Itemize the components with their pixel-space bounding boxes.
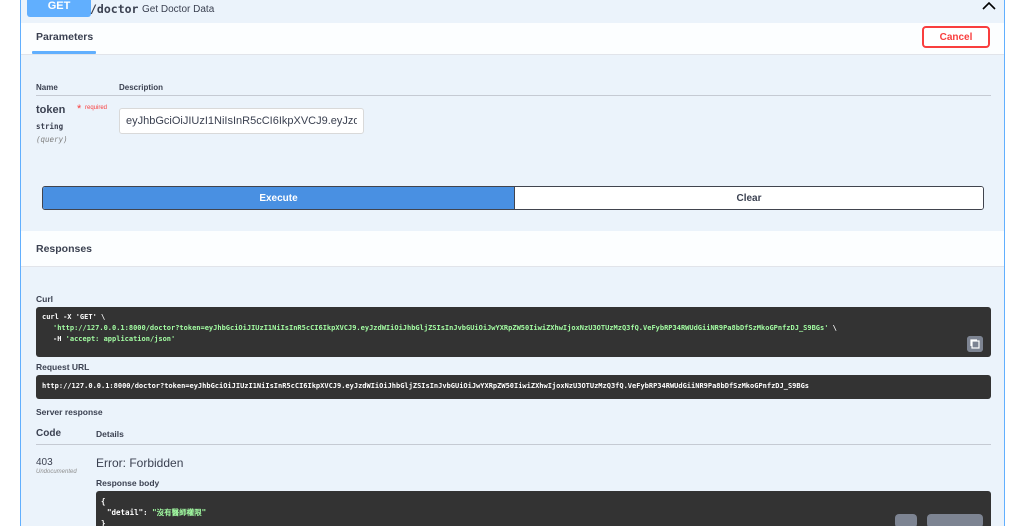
response-status-code: 403 xyxy=(36,457,53,468)
parameters-tab[interactable]: Parameters xyxy=(36,31,93,43)
required-label: required xyxy=(85,105,108,111)
request-url-label: Request URL xyxy=(36,362,90,372)
divider xyxy=(36,95,991,96)
parameter-location: (query) xyxy=(36,135,68,144)
body-colon: : xyxy=(143,508,153,517)
operation-description: Get Doctor Data xyxy=(142,4,215,15)
request-url-block[interactable]: http://127.0.0.1:8000/doctor?token=eyJhb… xyxy=(36,375,991,399)
parameter-name: token xyxy=(36,104,66,116)
parameters-header: Parameters Cancel xyxy=(21,23,1004,55)
clear-button[interactable]: Clear xyxy=(514,187,983,209)
body-open-brace: { xyxy=(101,497,106,506)
response-undocumented-note: Undocumented xyxy=(36,469,77,475)
response-download-button[interactable] xyxy=(927,514,983,526)
execute-button[interactable]: Execute xyxy=(43,187,514,209)
cancel-button[interactable]: Cancel xyxy=(922,26,990,48)
response-body-block[interactable]: { "detail": "沒有醫師權限" } xyxy=(96,491,991,526)
curl-command: curl -X 'GET' \ xyxy=(42,313,106,321)
column-header-description: Description xyxy=(119,83,164,92)
column-header-name: Name xyxy=(36,83,58,92)
curl-code-block[interactable]: curl -X 'GET' \ 'http://127.0.0.1:8000/d… xyxy=(36,307,991,357)
body-value: "沒有醫師權限" xyxy=(152,508,207,517)
chevron-up-icon[interactable] xyxy=(981,0,997,13)
curl-url: 'http://127.0.0.1:8000/doctor?token=eyJh… xyxy=(53,324,829,332)
response-error-text: Error: Forbidden xyxy=(96,456,184,470)
operation-path: /doctor xyxy=(90,2,139,16)
copy-icon[interactable] xyxy=(967,336,983,352)
body-key: "detail" xyxy=(107,508,144,517)
parameter-type: string xyxy=(36,122,64,131)
details-column-header: Details xyxy=(96,429,124,439)
response-copy-button[interactable] xyxy=(895,514,917,526)
responses-header: Responses xyxy=(21,231,1004,267)
parameters-tab-indicator xyxy=(32,51,96,54)
response-body-label: Response body xyxy=(96,478,160,488)
body-close-brace: } xyxy=(101,519,106,526)
curl-header: 'accept: application/json' xyxy=(65,335,176,343)
method-badge: GET xyxy=(27,0,91,17)
token-input[interactable] xyxy=(119,108,364,134)
server-response-label: Server response xyxy=(36,407,103,417)
divider xyxy=(36,444,991,445)
operation-block: GET /doctor Get Doctor Data Parameters C… xyxy=(20,0,1005,526)
curl-url-continuation: \ xyxy=(828,324,837,332)
required-star: * xyxy=(77,103,82,115)
curl-label: Curl xyxy=(36,294,53,304)
curl-header-flag: -H xyxy=(53,335,62,343)
operation-summary[interactable]: GET /doctor Get Doctor Data xyxy=(21,0,1004,23)
code-column-header: Code xyxy=(36,428,61,439)
responses-title: Responses xyxy=(36,243,93,255)
execute-button-group: Execute Clear xyxy=(42,186,984,210)
